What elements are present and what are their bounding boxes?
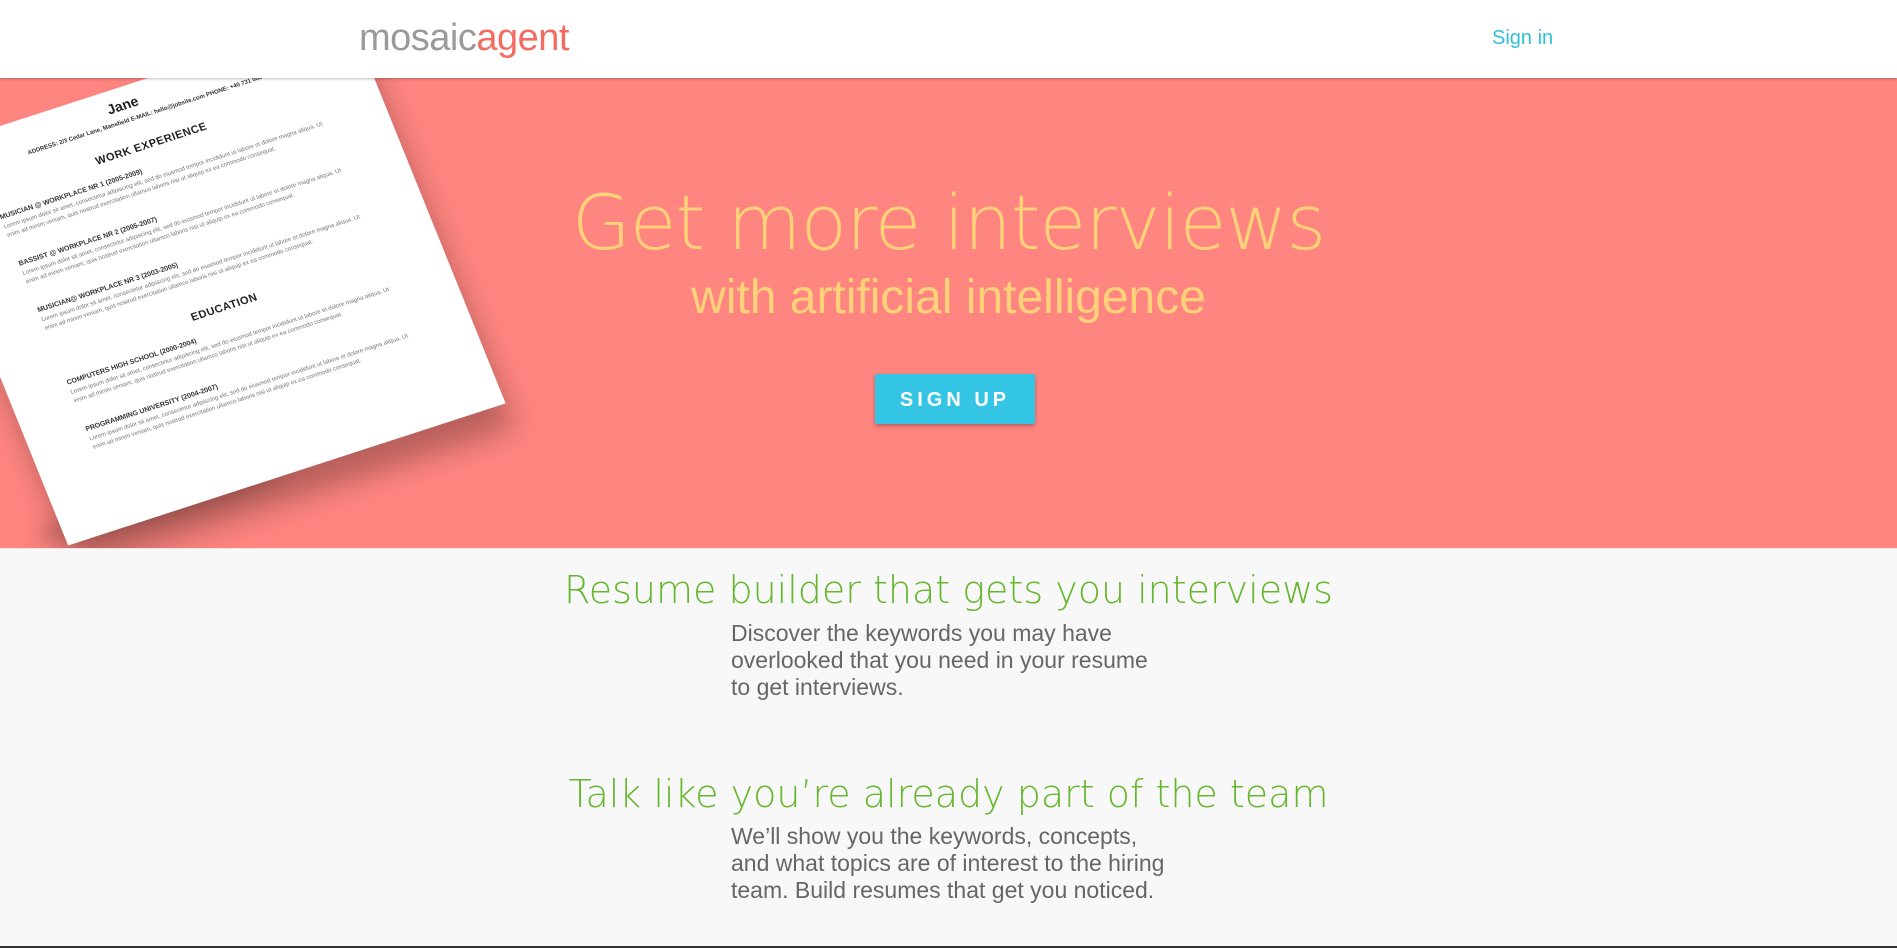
- feature-description-resume-builder: Discover the keywords you may have overl…: [731, 620, 1148, 700]
- hero-section: Jane ADDRESS: 2/3 Cedar Lane, Mansfield …: [0, 78, 1897, 549]
- sign-up-button[interactable]: SIGN UP: [875, 374, 1035, 424]
- feature-title-talk-like-team: Talk like you’re already part of the tea…: [568, 772, 1329, 816]
- feature-title-resume-builder: Resume builder that gets you interviews: [564, 568, 1333, 612]
- top-nav-bar: mosaicagent Sign in: [0, 0, 1897, 78]
- logo-text-agent: agent: [476, 17, 569, 59]
- sign-in-link[interactable]: Sign in: [1492, 24, 1553, 52]
- site-logo[interactable]: mosaicagent: [359, 14, 569, 62]
- feature-description-talk-like-team: We’ll show you the keywords, concepts, a…: [731, 823, 1165, 903]
- resume-name: Jane: [104, 92, 141, 118]
- resume-school-2-text: Lorem ipsum dolor sit amet, consectetur …: [88, 333, 410, 451]
- hero-subtitle: with artificial intelligence: [691, 271, 1206, 324]
- hero-title: Get more interviews: [571, 178, 1326, 267]
- logo-text-mosaic: mosaic: [359, 17, 477, 59]
